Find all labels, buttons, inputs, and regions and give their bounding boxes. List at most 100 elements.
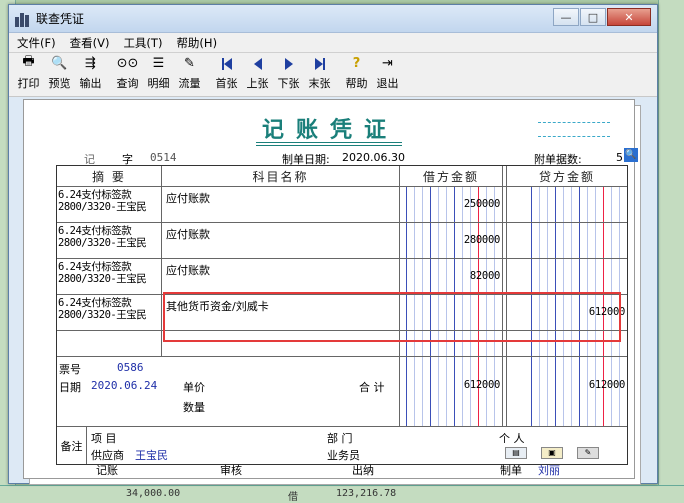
detail-label: 明细 xyxy=(147,77,170,90)
voucher-window: 联查凭证 — □ ✕ 文件(F) 查看(V) 工具(T) 帮助(H) 🖶 打印 🔍… xyxy=(8,4,658,485)
first-label: 首张 xyxy=(215,77,238,90)
pencil-icon: ✎ xyxy=(184,56,195,71)
help-label: 帮助 xyxy=(345,77,368,90)
header-credit: 贷方金额 xyxy=(538,169,595,184)
person-label: 个 人 xyxy=(499,432,525,445)
bookkeeping-label: 记账 xyxy=(96,464,118,477)
cashier-label: 出纳 xyxy=(352,464,374,477)
row-credit[interactable] xyxy=(507,187,627,222)
background-sheet-right xyxy=(658,0,684,503)
preview-label: 预览 xyxy=(48,77,71,90)
title-underline xyxy=(256,142,402,146)
menu-bar: 文件(F) 查看(V) 工具(T) 帮助(H) xyxy=(9,33,657,53)
table-row[interactable]: 6.24支付标签款 2800/3320-王宝民 应付账款 280000 xyxy=(57,223,627,259)
help-icon: ? xyxy=(352,56,361,71)
prev-icon xyxy=(249,55,267,72)
ticket-date: 2020.06.24 xyxy=(91,379,158,392)
last-button[interactable]: 末张 xyxy=(304,55,335,94)
row-credit[interactable] xyxy=(507,259,627,294)
flow-button[interactable]: ✎ 流量 xyxy=(174,55,205,94)
help-button[interactable]: ? 帮助 xyxy=(341,55,372,94)
query-label: 查询 xyxy=(116,77,139,90)
printer-icon: 🖶 xyxy=(22,54,35,69)
detail-button[interactable]: ☰ 明细 xyxy=(143,55,174,94)
window-title: 联查凭证 xyxy=(36,12,85,26)
table-row[interactable]: 6.24支付标签款 2800/3320-王宝民 应付账款 250000 xyxy=(57,187,627,223)
total-credit: 612000 xyxy=(507,357,627,426)
row-summary[interactable]: 6.24支付标签款 2800/3320-王宝民 xyxy=(57,187,162,222)
dept-label: 部 门 xyxy=(327,432,353,445)
audit-label: 审核 xyxy=(220,464,242,477)
row-debit[interactable]: 82000 xyxy=(400,259,503,294)
menu-help[interactable]: 帮助(H) xyxy=(176,35,217,51)
background-label: 借 xyxy=(288,492,298,503)
maximize-button[interactable]: □ xyxy=(580,8,606,26)
minimize-button[interactable]: — xyxy=(553,8,579,26)
project-label: 项 目 xyxy=(91,432,117,445)
voucher-paper: 记账凭证 记 字 0514 制单日期: 2020.06.30 附单据数: 5 🔍… xyxy=(23,99,638,479)
row-account[interactable]: 应付账款 xyxy=(162,187,400,222)
pencil-edit-icon[interactable]: ✎ xyxy=(577,447,599,459)
voucher-title: 记账凭证 xyxy=(262,117,399,143)
highlight-box xyxy=(163,292,621,342)
header-account: 科目名称 xyxy=(162,166,400,186)
first-button[interactable]: 首张 xyxy=(211,55,242,94)
row-summary[interactable]: 6.24支付标签款 2800/3320-王宝民 xyxy=(57,259,162,294)
total-debit: 612000 xyxy=(400,357,503,426)
price-label: 单价 xyxy=(183,381,205,394)
remark-row: 备注 项 目 供应商 王宝民 部 门 业务员 个 人 ▤ ▣ ✎ xyxy=(57,427,627,464)
maker-label: 制单 xyxy=(500,464,522,477)
title-bar: 联查凭证 — □ ✕ xyxy=(9,5,657,33)
export-label: 输出 xyxy=(79,77,102,90)
exit-button[interactable]: ⇥ 退出 xyxy=(372,55,403,94)
table-row[interactable]: 6.24支付标签款 2800/3320-王宝民 应付账款 82000 xyxy=(57,259,627,295)
menu-tools[interactable]: 工具(T) xyxy=(123,35,162,51)
row-summary[interactable]: 6.24支付标签款 2800/3320-王宝民 xyxy=(57,295,162,330)
row-summary[interactable]: 6.24支付标签款 2800/3320-王宝民 xyxy=(57,223,162,258)
card-icon[interactable]: ▤ xyxy=(505,447,527,459)
prev-label: 上张 xyxy=(246,77,269,90)
menu-view[interactable]: 查看(V) xyxy=(70,35,110,51)
row-account[interactable]: 应付账款 xyxy=(162,259,400,294)
search-icon[interactable]: 🔍 xyxy=(624,148,638,162)
last-icon xyxy=(311,55,329,72)
attach-count: 5 xyxy=(616,151,623,164)
flow-label: 流量 xyxy=(178,77,201,90)
next-button[interactable]: 下张 xyxy=(273,55,304,94)
ticket-number: 0586 xyxy=(117,361,144,374)
export-icon: ⇶ xyxy=(85,56,96,71)
ticket-info: 票号 0586 日期 2020.06.24 单价 数量 合 计 xyxy=(57,357,400,426)
remark-label: 备注 xyxy=(57,427,87,464)
header-summary: 摘 要 xyxy=(57,166,162,186)
toolbar: 🖶 打印 🔍 预览 ⇶ 输出 ⊙⊙ 查询 ☰ 明细 ✎ 流量 首张 上张 下张 末张 xyxy=(9,53,657,97)
row-credit[interactable] xyxy=(507,223,627,258)
id-card-icon[interactable]: ▣ xyxy=(541,447,563,459)
close-button[interactable]: ✕ xyxy=(607,8,651,26)
total-label: 合 计 xyxy=(359,381,385,394)
ticket-date-label: 日期 xyxy=(59,381,81,394)
exit-icon: ⇥ xyxy=(382,56,393,71)
quantity-label: 数量 xyxy=(183,401,205,414)
print-button[interactable]: 🖶 打印 xyxy=(13,54,44,94)
row-account[interactable]: 应付账款 xyxy=(162,223,400,258)
menu-file[interactable]: 文件(F) xyxy=(17,35,56,51)
salesman-label: 业务员 xyxy=(327,449,360,462)
binoculars-icon: ⊙⊙ xyxy=(116,56,139,71)
prev-button[interactable]: 上张 xyxy=(242,55,273,94)
row-debit[interactable]: 280000 xyxy=(400,223,503,258)
next-label: 下张 xyxy=(277,77,300,90)
header-debit: 借方金额 xyxy=(400,166,503,186)
last-label: 末张 xyxy=(308,77,331,90)
query-button[interactable]: ⊙⊙ 查询 xyxy=(112,55,143,94)
row-debit[interactable]: 250000 xyxy=(400,187,503,222)
voucher-number: 0514 xyxy=(150,151,177,164)
ticket-label: 票号 xyxy=(59,363,81,376)
dash-line xyxy=(538,122,610,123)
background-amount: 34,000.00 xyxy=(126,488,181,499)
preview-button[interactable]: 🔍 预览 xyxy=(44,55,75,94)
exit-label: 退出 xyxy=(376,77,399,90)
export-button[interactable]: ⇶ 输出 xyxy=(75,55,106,94)
app-icon xyxy=(15,11,31,27)
dash-line xyxy=(538,136,610,137)
maker-value: 刘丽 xyxy=(538,464,560,477)
